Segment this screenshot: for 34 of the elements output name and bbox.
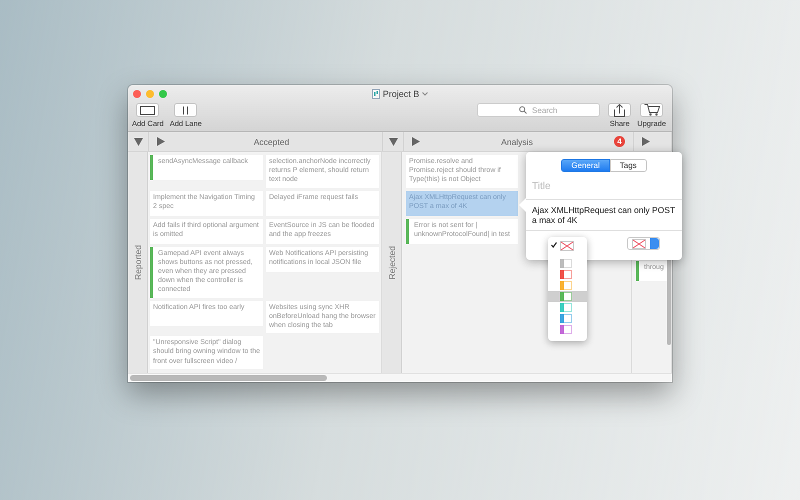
lane-title: Accepted bbox=[252, 136, 290, 146]
columns-icon bbox=[183, 106, 188, 114]
close-button[interactable] bbox=[133, 90, 141, 98]
collapse-button[interactable] bbox=[388, 138, 398, 146]
no-color-icon bbox=[560, 240, 574, 250]
cart-icon bbox=[644, 104, 660, 116]
search-icon bbox=[519, 106, 528, 114]
scrollbar-thumb[interactable] bbox=[130, 375, 327, 381]
expand-button[interactable] bbox=[157, 137, 165, 146]
title-field[interactable]: Title bbox=[532, 180, 652, 193]
share-icon bbox=[614, 104, 626, 116]
group-label: Rejected bbox=[386, 246, 396, 280]
segment-tab[interactable]: Tags bbox=[610, 159, 647, 172]
cart-button[interactable] bbox=[640, 103, 664, 117]
no-color-icon bbox=[632, 238, 646, 248]
expand-button[interactable] bbox=[412, 137, 420, 146]
card-text: Ajax XMLHttpRequest can only POST a max of 4K bbox=[526, 199, 682, 231]
lane-button[interactable] bbox=[174, 103, 198, 117]
search-field[interactable]: Search bbox=[477, 103, 600, 117]
document-icon bbox=[372, 88, 380, 98]
menu-item[interactable] bbox=[548, 291, 587, 302]
expand-button[interactable] bbox=[642, 137, 650, 146]
zoom-button[interactable] bbox=[159, 90, 167, 98]
collapse-button[interactable] bbox=[134, 138, 142, 146]
count-badge: 4 bbox=[614, 136, 625, 147]
card-icon bbox=[140, 106, 156, 114]
window-title: Project B bbox=[382, 88, 420, 98]
card-button[interactable] bbox=[136, 103, 160, 117]
segment-tab[interactable]: General bbox=[561, 159, 610, 172]
share-button[interactable] bbox=[608, 103, 632, 117]
lane-title: Analysis bbox=[500, 136, 534, 146]
popup-button[interactable] bbox=[627, 237, 660, 250]
chevron-icon[interactable] bbox=[422, 92, 428, 96]
group-label: Reported bbox=[132, 245, 142, 280]
